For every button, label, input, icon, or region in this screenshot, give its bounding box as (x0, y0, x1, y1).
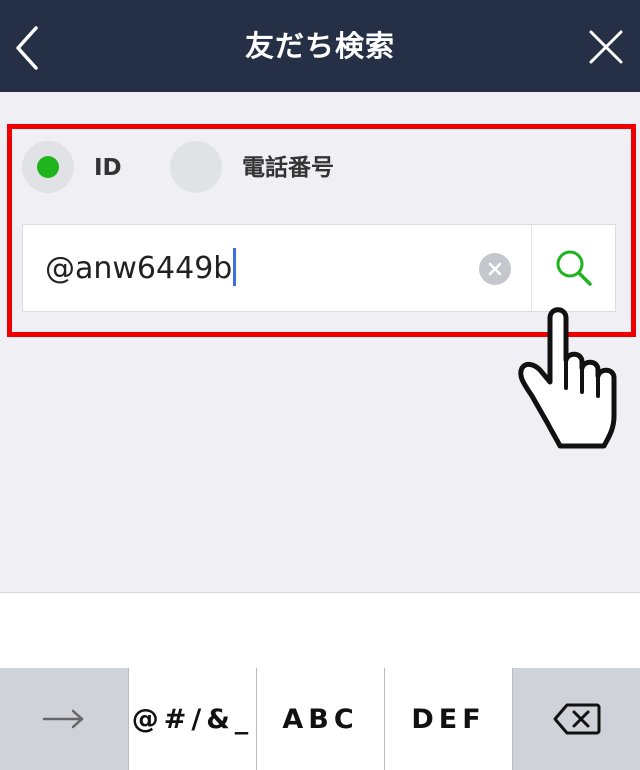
key-abc[interactable]: ABC (256, 668, 384, 770)
radio-phone-label[interactable]: 電話番号 (242, 141, 334, 195)
key-next[interactable] (0, 668, 128, 770)
close-icon[interactable] (586, 27, 626, 67)
pointing-hand-icon (518, 307, 617, 449)
radio-id[interactable] (22, 141, 74, 193)
page-title: 友だち検索 (244, 29, 395, 63)
key-def[interactable]: DEF (384, 668, 512, 770)
navigation-bar: 友だち検索 (0, 0, 640, 92)
search-input[interactable]: @anw6449b (45, 225, 237, 313)
search-input-value: @anw6449b (45, 251, 233, 286)
clear-button[interactable] (479, 253, 511, 285)
clear-x-icon (488, 262, 502, 276)
input-accessory-area (0, 592, 640, 669)
key-backspace[interactable] (512, 668, 640, 770)
keyboard: @#/&_ ABC DEF (0, 668, 640, 770)
text-cursor (233, 247, 237, 286)
key-symbols[interactable]: @#/&_ (128, 668, 256, 770)
radio-selected-dot (37, 156, 59, 178)
radio-phone[interactable] (170, 141, 222, 193)
arrow-right-icon (42, 709, 84, 729)
backspace-icon (553, 703, 600, 735)
radio-id-label[interactable]: ID (94, 141, 122, 195)
search-type-selector: ID 電話番号 (22, 141, 622, 195)
